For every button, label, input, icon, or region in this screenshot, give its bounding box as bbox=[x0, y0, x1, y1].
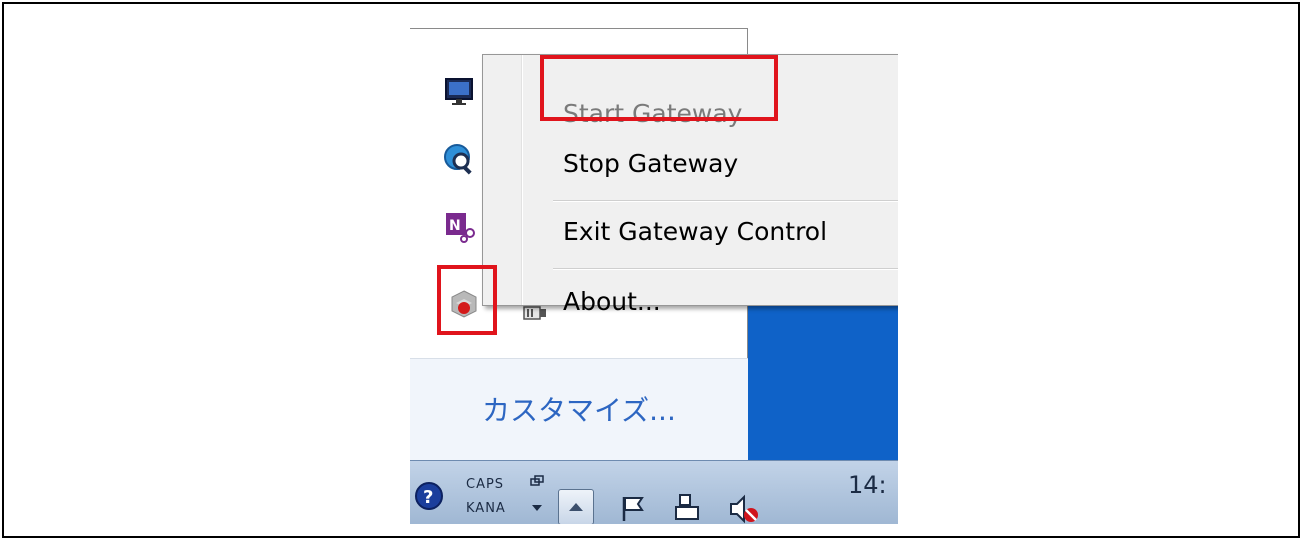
svg-text:?: ? bbox=[423, 487, 433, 508]
action-center-flag-icon[interactable] bbox=[620, 495, 648, 523]
monitor-icon[interactable] bbox=[444, 77, 476, 107]
highlight-gateway-tray-icon bbox=[437, 265, 497, 335]
panel-footer: カスタマイズ... bbox=[410, 358, 748, 460]
show-hidden-icons-button[interactable] bbox=[558, 489, 594, 524]
language-bar-icon[interactable] bbox=[528, 475, 548, 519]
menu-item-exit-gateway-control[interactable]: Exit Gateway Control bbox=[563, 217, 827, 246]
menu-gutter bbox=[521, 55, 523, 305]
menu-item-stop-gateway[interactable]: Stop Gateway bbox=[563, 149, 738, 178]
desktop-background bbox=[748, 298, 898, 460]
clock-time[interactable]: 14: bbox=[848, 471, 887, 499]
volume-muted-icon[interactable] bbox=[728, 493, 760, 524]
kana-indicator: KANA bbox=[466, 501, 506, 516]
caps-indicator: CAPS bbox=[466, 477, 505, 492]
menu-separator bbox=[553, 200, 898, 202]
taskbar: ? CAPS KANA 14: bbox=[410, 460, 898, 524]
chevron-up-icon bbox=[569, 503, 583, 511]
customize-link[interactable]: カスタマイズ... bbox=[482, 389, 676, 429]
onenote-clip-icon[interactable]: N bbox=[444, 209, 478, 243]
network-icon[interactable] bbox=[672, 493, 702, 523]
menu-separator bbox=[553, 268, 898, 270]
search-globe-icon[interactable] bbox=[442, 142, 476, 176]
svg-text:N: N bbox=[449, 218, 461, 234]
help-icon[interactable]: ? bbox=[414, 481, 444, 511]
power-plug-icon[interactable] bbox=[520, 303, 550, 323]
menu-item-about[interactable]: About... bbox=[563, 287, 661, 316]
highlight-start-gateway bbox=[540, 55, 778, 121]
